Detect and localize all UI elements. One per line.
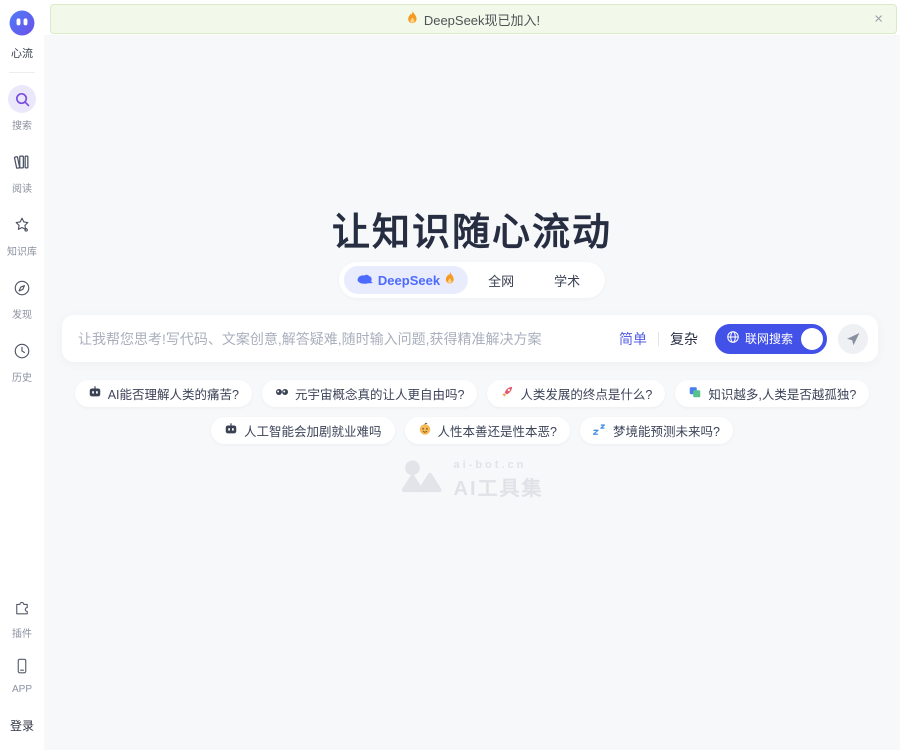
flame-icon: [445, 272, 455, 288]
tab-label: 学术: [554, 271, 580, 290]
plugin-icon: [8, 593, 36, 621]
search-bar: 简单 复杂 联网搜索: [62, 315, 878, 362]
globe-icon: [726, 330, 740, 347]
suggestion-row-1: AI能否理解人类的痛苦? 元宇宙概念真的让人更自由吗?: [44, 380, 900, 407]
sidebar-item-read[interactable]: 阅读: [8, 148, 36, 195]
watermark-title: AI工具集: [454, 472, 544, 501]
web-search-toggle[interactable]: 联网搜索: [715, 324, 827, 354]
discover-icon: [8, 274, 36, 302]
sidebar-item-search[interactable]: 搜索: [8, 85, 36, 132]
history-icon: [8, 337, 36, 365]
search-scope-tabs: DeepSeek 全网 学术: [339, 262, 605, 298]
mode-simple-option[interactable]: 简单: [619, 329, 647, 349]
tab-deepseek[interactable]: DeepSeek: [344, 266, 468, 294]
main-area: DeepSeek现已加入! × 让知识随心流动 DeepSeek: [44, 0, 900, 750]
robot-icon: [88, 385, 102, 402]
watermark-domain: ai-bot.cn: [454, 459, 544, 471]
suggestion-chip[interactable]: 知识越多,人类是否越孤独?: [675, 380, 869, 407]
sidebar-item-plugin[interactable]: 插件: [8, 593, 36, 640]
sidebar-divider: [9, 72, 35, 73]
web-search-label: 联网搜索: [745, 330, 793, 347]
app-icon: [8, 652, 36, 680]
tab-label: DeepSeek: [378, 273, 440, 288]
suggestion-chip[interactable]: 人工智能会加剧就业难吗: [211, 417, 395, 444]
suggestion-chip[interactable]: 人类发展的终点是什么?: [487, 380, 665, 407]
mode-divider: [658, 332, 659, 346]
baby-icon: [418, 422, 432, 439]
flame-icon: [407, 11, 418, 28]
suggestion-chip[interactable]: 人性本善还是性本恶?: [405, 417, 570, 444]
page-title: 让知识随心流动: [44, 201, 900, 256]
eyes-icon: [275, 385, 289, 402]
robot-icon: [224, 422, 238, 439]
whale-icon: [357, 273, 373, 288]
close-icon[interactable]: ×: [874, 12, 883, 27]
watermark: ai-bot.cn AI工具集: [401, 458, 544, 501]
send-button[interactable]: [838, 324, 868, 354]
login-link[interactable]: 登录: [10, 717, 34, 734]
sidebar-item-knowledge[interactable]: 知识库: [7, 211, 37, 258]
sidebar-item-history[interactable]: 历史: [8, 337, 36, 384]
rocket-icon: [500, 385, 514, 402]
sidebar-item-app[interactable]: APP: [8, 652, 36, 695]
sidebar-bottom: 插件 APP 登录: [0, 593, 44, 734]
toggle-knob: [801, 328, 823, 350]
books-icon: [688, 385, 702, 402]
sidebar-item-discover[interactable]: 发现: [8, 274, 36, 321]
banner-text: DeepSeek现已加入!: [424, 10, 540, 29]
sidebar: 心流 搜索 阅读: [0, 0, 44, 750]
zzz-icon: [593, 422, 607, 439]
suggestion-row-2: 人工智能会加剧就业难吗 人性本善还是性本恶?: [44, 417, 900, 444]
suggestion-chip[interactable]: AI能否理解人类的痛苦?: [75, 380, 252, 407]
app-window: 心流 搜索 阅读: [0, 0, 900, 750]
mode-complex-option[interactable]: 复杂: [670, 329, 698, 349]
tab-academic[interactable]: 学术: [534, 266, 600, 294]
suggestion-chip[interactable]: 梦境能预测未来吗?: [580, 417, 733, 444]
app-logo[interactable]: [8, 9, 36, 42]
tab-label: 全网: [488, 271, 514, 290]
announcement-banner: DeepSeek现已加入! ×: [50, 4, 897, 34]
suggestion-chip[interactable]: 元宇宙概念真的让人更自由吗?: [262, 380, 477, 407]
app-name: 心流: [11, 45, 33, 61]
knowledge-icon: [8, 211, 36, 239]
read-icon: [8, 148, 36, 176]
tab-whole-web[interactable]: 全网: [468, 266, 534, 294]
send-icon: [845, 331, 861, 347]
search-input[interactable]: [78, 331, 619, 347]
xinliu-logo-icon: [8, 24, 36, 41]
ai-bot-logo-icon: [401, 458, 447, 501]
search-icon: [8, 85, 36, 113]
